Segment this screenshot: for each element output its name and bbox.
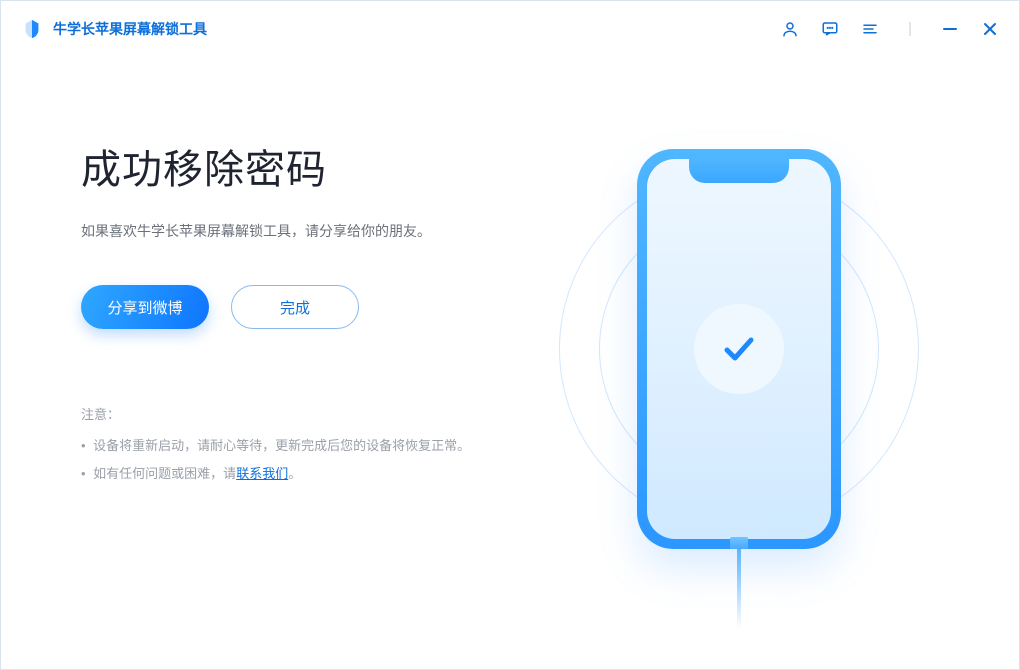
phone-graphic bbox=[637, 149, 841, 549]
feedback-icon[interactable] bbox=[819, 18, 841, 40]
titlebar: 牛学长苹果屏幕解锁工具 bbox=[1, 1, 1019, 57]
share-button-label: 分享到微博 bbox=[107, 297, 182, 318]
minimize-button[interactable] bbox=[939, 18, 961, 40]
app-logo-icon bbox=[21, 18, 43, 40]
menu-icon[interactable] bbox=[859, 18, 881, 40]
phone-illustration bbox=[559, 109, 919, 589]
close-button[interactable] bbox=[979, 18, 1001, 40]
main-content: 成功移除密码 如果喜欢牛学长苹果屏幕解锁工具，请分享给你的朋友。 分享到微博 完… bbox=[1, 57, 1019, 487]
checkmark-icon bbox=[694, 304, 784, 394]
separator bbox=[899, 18, 921, 40]
cable-graphic bbox=[730, 537, 748, 629]
done-button[interactable]: 完成 bbox=[231, 285, 359, 329]
share-button[interactable]: 分享到微博 bbox=[81, 285, 209, 329]
contact-link[interactable]: 联系我们 bbox=[236, 466, 288, 481]
app-title: 牛学长苹果屏幕解锁工具 bbox=[53, 19, 207, 39]
done-button-label: 完成 bbox=[280, 297, 310, 318]
account-icon[interactable] bbox=[779, 18, 801, 40]
